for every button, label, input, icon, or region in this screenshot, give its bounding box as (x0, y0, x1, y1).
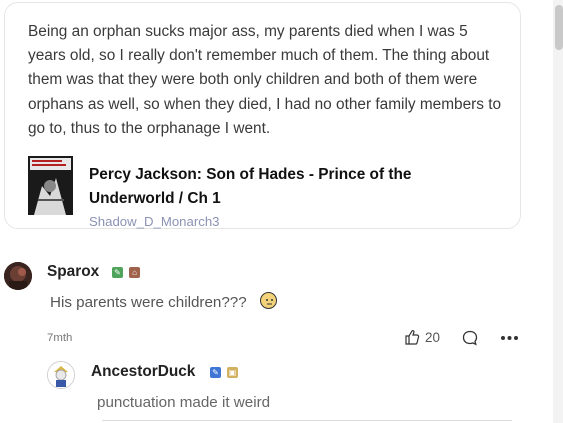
book-cover-image[interactable] (28, 156, 73, 215)
comment-text: punctuation made it weird (97, 394, 271, 411)
comment-username[interactable]: AncestorDuck (91, 363, 195, 381)
comment-timestamp: 7mth (47, 332, 73, 344)
book-author-link[interactable]: Shadow_D_Monarch3 (89, 214, 220, 229)
comment-text: His parents were children??? (50, 294, 247, 311)
like-count: 20 (425, 330, 440, 345)
divider (102, 420, 512, 421)
comment-bubble-icon[interactable] (462, 330, 478, 346)
writer-badge-icon: ▣ (227, 367, 238, 378)
more-options-icon[interactable] (500, 330, 519, 346)
verified-badge-icon: ✎ (210, 367, 221, 378)
avatar[interactable] (47, 361, 75, 389)
scrollbar-thumb[interactable] (555, 5, 563, 50)
quote-text: Being an orphan sucks major ass, my pare… (28, 23, 502, 137)
book-title-link[interactable]: Percy Jackson: Son of Hades - Prince of … (89, 163, 439, 211)
neutral-face-emoji-icon (260, 292, 277, 309)
avatar[interactable] (4, 262, 32, 290)
quote-card: Being an orphan sucks major ass, my pare… (4, 2, 521, 229)
thumbs-up-icon[interactable] (404, 329, 420, 345)
writer-badge-icon: ⌂ (129, 267, 140, 278)
verified-badge-icon: ✎ (112, 267, 123, 278)
scrollbar-track[interactable] (553, 0, 563, 423)
comment-username[interactable]: Sparox (47, 263, 99, 281)
